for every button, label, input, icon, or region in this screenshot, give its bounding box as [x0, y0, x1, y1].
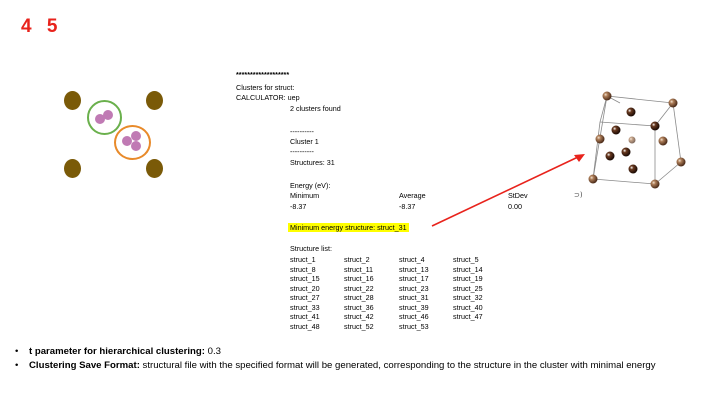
bullet-dot-icon: •	[15, 360, 19, 371]
bullet-item-save-format: • Clustering Save Format: structural fil…	[11, 360, 706, 372]
bullet-text: structural file with the specified forma…	[139, 360, 656, 371]
bullet-bold: t parameter for hierarchical clustering:	[29, 346, 205, 357]
svg-text:⊃): ⊃)	[574, 191, 583, 199]
bullet-item-t-parameter: • t parameter for hierarchical clusterin…	[11, 346, 706, 358]
bullet-list: • t parameter for hierarchical clusterin…	[11, 346, 706, 374]
bullet-bold: Clustering Save Format:	[29, 360, 140, 371]
bullet-text: 0.3	[204, 346, 221, 357]
crystal-structure: ⊃)	[574, 91, 686, 199]
bullet-dot-icon: •	[15, 346, 19, 357]
